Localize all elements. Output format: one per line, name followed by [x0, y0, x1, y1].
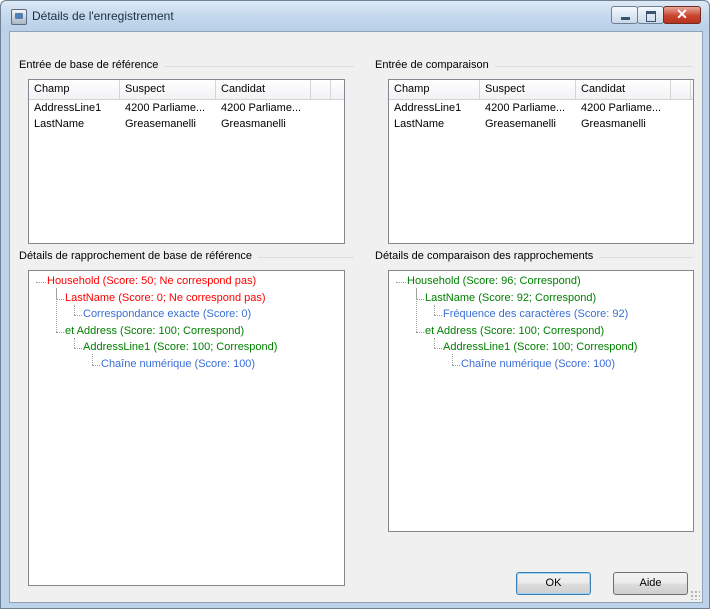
comparison-entry-list[interactable]: Champ Suspect Candidat AddressLine1 4200 Par… — [388, 79, 694, 244]
tree-connector — [74, 348, 82, 349]
minimize-icon — [621, 17, 630, 20]
record-details-window: Détails de l'enregistrement ✕ Entrée de … — [0, 0, 710, 609]
column-header[interactable]: Champ — [389, 80, 480, 99]
list-cell: Greasmanelli — [221, 118, 286, 130]
column-header-row: Champ Suspect Candidat — [29, 80, 344, 100]
list-cell: 4200 Parliame... — [125, 102, 206, 114]
resize-grip[interactable] — [690, 590, 700, 600]
tree-node[interactable]: Chaîne numérique (Score: 100) — [101, 357, 255, 372]
list-cell: Greasmanelli — [581, 118, 646, 130]
comparison-match-header: Détails de comparaison des rapprochement… — [375, 250, 693, 264]
tree-node[interactable]: LastName (Score: 0; Ne correspond pas) — [65, 291, 266, 306]
tree-connector — [416, 331, 424, 333]
tree-node[interactable]: Correspondance exacte (Score: 0) — [83, 307, 251, 322]
column-header-filler — [311, 80, 331, 99]
tree-connector — [56, 288, 57, 332]
tree-node[interactable]: Fréquence des caractères (Score: 92) — [443, 307, 628, 322]
comparison-entry-header: Entrée de comparaison — [375, 59, 693, 73]
window-title: Détails de l'enregistrement — [32, 9, 174, 23]
tree-connector — [74, 315, 82, 316]
tree-connector — [56, 331, 64, 333]
list-cell: LastName — [34, 118, 85, 130]
column-header[interactable]: Suspect — [480, 80, 576, 99]
tree-connector — [74, 304, 75, 315]
tree-node[interactable]: Household (Score: 96; Correspond) — [407, 274, 581, 289]
tree-connector — [36, 282, 46, 283]
tree-node[interactable]: LastName (Score: 92; Correspond) — [425, 291, 596, 306]
tree-connector — [56, 298, 64, 300]
tree-node[interactable]: et Address (Score: 100; Correspond) — [65, 324, 244, 339]
tree-connector — [434, 348, 442, 349]
ok-button[interactable]: OK — [516, 572, 591, 595]
app-icon — [11, 9, 27, 25]
column-header-filler — [671, 80, 691, 99]
dialog-client-area: Entrée de base de référence Champ Suspect… — [9, 31, 703, 603]
list-row[interactable]: LastName Greasemanelli Greasmanelli — [29, 116, 344, 132]
tree-connector — [452, 354, 453, 365]
close-button[interactable]: ✕ — [663, 6, 701, 24]
baseline-entry-label: Entrée de base de référence — [19, 59, 165, 71]
tree-connector — [452, 364, 460, 366]
tree-connector — [416, 298, 424, 300]
list-row[interactable]: AddressLine1 4200 Parliame... 4200 Parliam… — [29, 100, 344, 116]
help-button[interactable]: Aide — [613, 572, 688, 595]
baseline-entry-list[interactable]: Champ Suspect Candidat AddressLine1 4200 Par… — [28, 79, 345, 244]
list-cell: LastName — [394, 118, 445, 130]
maximize-icon — [646, 11, 656, 22]
list-cell: AddressLine1 — [394, 102, 462, 114]
column-header[interactable]: Suspect — [120, 80, 216, 99]
list-cell: AddressLine1 — [34, 102, 102, 114]
tree-connector — [92, 364, 100, 366]
comparison-match-label: Détails de comparaison des rapprochement… — [375, 250, 600, 262]
list-cell: Greasemanelli — [125, 118, 196, 130]
column-header[interactable]: Champ — [29, 80, 120, 99]
minimize-button[interactable] — [611, 6, 638, 24]
list-cell: 4200 Parliame... — [221, 102, 302, 114]
column-header[interactable]: Candidat — [576, 80, 671, 99]
tree-node[interactable]: AddressLine1 (Score: 100; Correspond) — [443, 340, 637, 355]
tree-connector — [434, 315, 442, 316]
maximize-button[interactable] — [637, 6, 664, 24]
tree-connector — [74, 337, 75, 348]
comparison-match-tree[interactable]: Household (Score: 96; Correspond) LastNam… — [388, 270, 694, 532]
tree-node[interactable]: Household (Score: 50; Ne correspond pas) — [47, 274, 256, 289]
baseline-entry-header: Entrée de base de référence — [19, 59, 354, 73]
baseline-match-tree[interactable]: Household (Score: 50; Ne correspond pas)… — [28, 270, 345, 586]
tree-connector — [416, 288, 417, 332]
list-row[interactable]: LastName Greasemanelli Greasmanelli — [389, 116, 693, 132]
tree-connector — [396, 282, 406, 283]
title-bar[interactable]: Détails de l'enregistrement ✕ — [1, 1, 709, 31]
baseline-match-label: Détails de rapprochement de base de réfé… — [19, 250, 258, 262]
tree-node[interactable]: et Address (Score: 100; Correspond) — [425, 324, 604, 339]
comparison-entry-label: Entrée de comparaison — [375, 59, 495, 71]
tree-connector — [434, 304, 435, 315]
tree-connector — [92, 354, 93, 365]
column-header[interactable]: Candidat — [216, 80, 311, 99]
column-header-row: Champ Suspect Candidat — [389, 80, 693, 100]
list-cell: Greasemanelli — [485, 118, 556, 130]
list-cell: 4200 Parliame... — [581, 102, 662, 114]
baseline-match-header: Détails de rapprochement de base de réfé… — [19, 250, 354, 264]
list-row[interactable]: AddressLine1 4200 Parliame... 4200 Parliam… — [389, 100, 693, 116]
tree-node[interactable]: AddressLine1 (Score: 100; Correspond) — [83, 340, 277, 355]
list-cell: 4200 Parliame... — [485, 102, 566, 114]
close-icon: ✕ — [676, 6, 688, 22]
tree-connector — [434, 337, 435, 348]
tree-node[interactable]: Chaîne numérique (Score: 100) — [461, 357, 615, 372]
